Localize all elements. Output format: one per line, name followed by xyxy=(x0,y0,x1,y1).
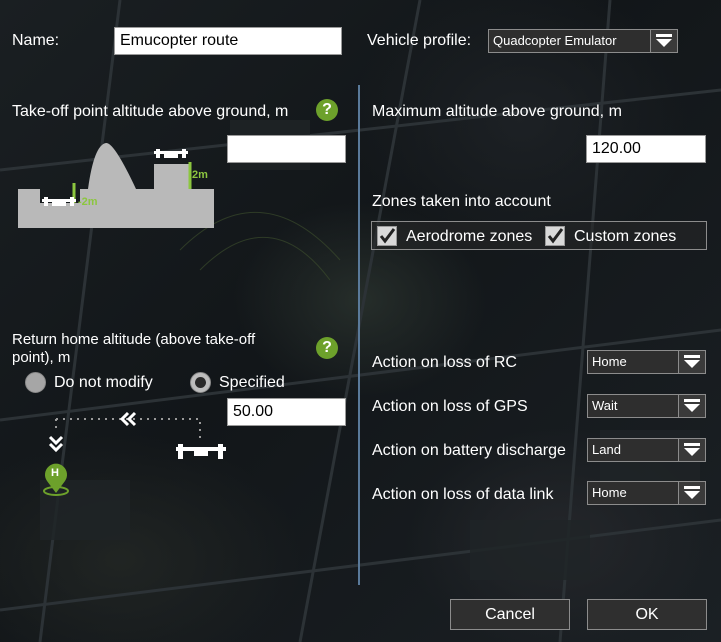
diagram-right-height: 2m xyxy=(192,169,208,181)
home-marker-icon: H xyxy=(51,467,59,479)
aerodrome-zones-checkbox[interactable] xyxy=(377,226,397,246)
name-label: Name: xyxy=(12,32,60,49)
takeoff-altitude-label: Take-off point altitude above ground, m xyxy=(12,103,289,120)
name-field[interactable] xyxy=(114,27,342,55)
max-altitude-label: Maximum altitude above ground, m xyxy=(372,103,622,120)
failsafe-datalink-select[interactable]: Home xyxy=(587,481,706,505)
vehicle-profile-label: Vehicle profile: xyxy=(367,32,472,49)
help-icon[interactable]: ? xyxy=(316,337,338,359)
drone-icon xyxy=(42,197,76,206)
radio-do-not-modify-label: Do not modify xyxy=(54,374,153,391)
failsafe-rc-select[interactable]: Home xyxy=(587,350,706,374)
zones-label: Zones taken into account xyxy=(372,193,551,210)
column-divider xyxy=(358,85,360,585)
vehicle-profile-select[interactable]: Quadcopter Emulator xyxy=(488,29,678,53)
takeoff-altitude-field[interactable] xyxy=(227,135,346,163)
failsafe-gps-select[interactable]: Wait xyxy=(587,394,706,418)
failsafe-datalink-value: Home xyxy=(592,485,627,500)
double-chevron-down-icon xyxy=(48,435,64,453)
failsafe-gps-value: Wait xyxy=(592,398,618,413)
return-altitude-label-line2: point), m xyxy=(12,349,71,365)
chevron-down-icon[interactable] xyxy=(678,351,705,373)
failsafe-battery-select[interactable]: Land xyxy=(587,438,706,462)
failsafe-rc-label: Action on loss of RC xyxy=(372,354,517,371)
help-icon[interactable]: ? xyxy=(316,99,338,121)
diagram-left-height: -2m xyxy=(78,196,98,208)
chevron-down-icon[interactable] xyxy=(678,439,705,461)
cancel-button[interactable]: Cancel xyxy=(450,599,570,630)
aerodrome-zones-label: Aerodrome zones xyxy=(406,228,533,245)
chevron-down-icon[interactable] xyxy=(678,482,705,504)
vehicle-profile-value: Quadcopter Emulator xyxy=(493,33,617,48)
checkmark-icon xyxy=(547,228,564,244)
checkmark-icon xyxy=(379,228,396,244)
custom-zones-label: Custom zones xyxy=(574,228,677,245)
failsafe-gps-label: Action on loss of GPS xyxy=(372,398,528,415)
return-home-diagram: H xyxy=(38,405,228,500)
radio-specified-label: Specified xyxy=(219,374,285,391)
failsafe-battery-label: Action on battery discharge xyxy=(372,442,566,459)
failsafe-datalink-label: Action on loss of data link xyxy=(372,486,554,503)
radio-specified[interactable] xyxy=(190,372,211,393)
takeoff-altitude-diagram: 2m -2m xyxy=(18,140,214,232)
return-altitude-field[interactable] xyxy=(227,398,346,426)
drone-icon xyxy=(176,444,226,459)
chevron-down-icon[interactable] xyxy=(650,30,677,52)
failsafe-battery-value: Land xyxy=(592,442,621,457)
custom-zones-checkbox[interactable] xyxy=(545,226,565,246)
radio-do-not-modify[interactable] xyxy=(25,372,46,393)
max-altitude-field[interactable] xyxy=(586,135,706,163)
failsafe-rc-value: Home xyxy=(592,354,627,369)
return-altitude-label-line1: Return home altitude (above take-off xyxy=(12,331,256,348)
ok-button[interactable]: OK xyxy=(587,599,707,630)
chevron-down-icon[interactable] xyxy=(678,395,705,417)
